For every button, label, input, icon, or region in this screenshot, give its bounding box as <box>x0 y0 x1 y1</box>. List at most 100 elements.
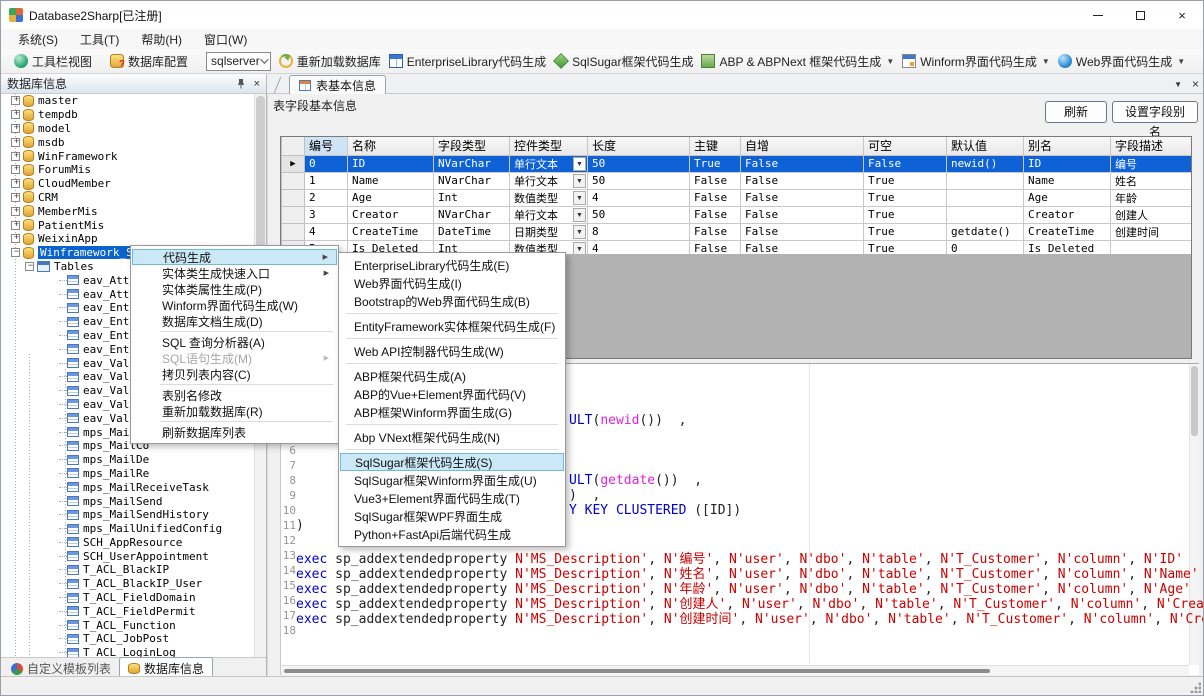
context-menu-item-表别名修改[interactable]: 表别名修改 <box>132 387 337 403</box>
submenu-item-python-fastapi后端代码生成[interactable]: Python+FastApi后端代码生成 <box>340 525 564 543</box>
tab-list-dropdown-icon[interactable]: ▼ <box>1174 80 1182 89</box>
editor-hscrollbar[interactable] <box>281 665 1189 675</box>
grid-cell[interactable]: 日期类型▼ <box>510 223 588 240</box>
grid-row-selector[interactable] <box>282 189 305 206</box>
expand-box-icon[interactable] <box>25 262 34 271</box>
context-menu-item-实体类生成快速入口[interactable]: 实体类生成快速入口▶ <box>132 265 337 281</box>
abp-gen-button[interactable]: ABP & ABPNext 框架代码生成▼ <box>697 51 898 72</box>
tree-node-mps-mailsend-16[interactable]: mps_MailSend <box>1 494 254 508</box>
close-button[interactable]: × <box>1161 1 1203 29</box>
cell-dropdown-icon[interactable]: ▼ <box>573 157 586 171</box>
grid-column-header-自增[interactable]: 自增 <box>741 137 864 155</box>
tree-node-t-acl-jobpost-26[interactable]: T_ACL_JobPost <box>1 632 254 646</box>
expand-box-icon[interactable] <box>11 234 20 243</box>
tree-node-t-acl-blackip-21[interactable]: T_ACL_BlackIP <box>1 563 254 577</box>
cell-dropdown-icon[interactable]: ▼ <box>573 191 586 205</box>
web-gen-button[interactable]: Web界面代码生成▼ <box>1054 51 1189 72</box>
context-menu-item-代码生成[interactable]: 代码生成▶ <box>132 249 337 265</box>
grid-cell[interactable]: True <box>690 155 741 172</box>
grid-column-header-长度[interactable]: 长度 <box>588 137 690 155</box>
cell-dropdown-icon[interactable]: ▼ <box>573 242 586 255</box>
expand-box-icon[interactable] <box>11 165 20 174</box>
grid-cell[interactable]: 1 <box>305 172 348 189</box>
grid-cell[interactable]: NVarChar <box>434 172 510 189</box>
grid-cell[interactable]: 姓名 <box>1111 172 1192 189</box>
grid-cell[interactable]: 单行文本▼ <box>510 206 588 223</box>
tree-node-t-acl-loginlog-27[interactable]: T_ACL_LoginLog <box>1 646 254 657</box>
grid-column-header-可空[interactable]: 可空 <box>864 137 947 155</box>
grid-row-selector-header[interactable] <box>282 137 305 155</box>
grid-cell[interactable]: Name <box>348 172 434 189</box>
submenu-item-abp-vnext框架代码生成-n-[interactable]: Abp VNext框架代码生成(N) <box>340 428 564 446</box>
expand-box-icon[interactable] <box>11 152 20 161</box>
tree-node-mps-mailreceivetask-15[interactable]: mps_MailReceiveTask <box>1 480 254 494</box>
tree-node-winframework[interactable]: WinFramework <box>1 149 254 163</box>
tree-node-msdb[interactable]: msdb <box>1 135 254 149</box>
expand-box-icon[interactable] <box>11 221 20 230</box>
grid-cell[interactable]: True <box>864 189 947 206</box>
grid-cell[interactable]: 2 <box>305 189 348 206</box>
expand-box-icon[interactable] <box>11 193 20 202</box>
reload-db-button[interactable]: 重新加载数据库 <box>275 51 385 72</box>
submenu-item-web界面代码生成-i-[interactable]: Web界面代码生成(I) <box>340 274 564 292</box>
submenu-item-enterpriselibrary代码生成-e-[interactable]: EnterpriseLibrary代码生成(E) <box>340 256 564 274</box>
expand-box-icon[interactable] <box>11 248 20 257</box>
grid-cell[interactable]: 50 <box>588 172 690 189</box>
grid-cell[interactable]: newid() <box>947 155 1024 172</box>
grid-cell[interactable]: 创建时间 <box>1111 223 1192 240</box>
grid-cell[interactable]: NVarChar <box>434 155 510 172</box>
context-menu-item-sql-查询分析器-a-[interactable]: SQL 查询分析器(A) <box>132 334 337 350</box>
enterpriselibrary-gen-button[interactable]: EnterpriseLibrary代码生成 <box>385 51 550 72</box>
grid-cell[interactable]: False <box>690 189 741 206</box>
cell-dropdown-icon[interactable]: ▼ <box>573 208 586 222</box>
tree-node-mps-mailunifiedconfig-18[interactable]: mps_MailUnifiedConfig <box>1 522 254 536</box>
tree-node-tempdb[interactable]: tempdb <box>1 108 254 122</box>
tree-node-model[interactable]: model <box>1 122 254 136</box>
context-menu-item-实体类属性生成-p-[interactable]: 实体类属性生成(P) <box>132 281 337 297</box>
grid-cell[interactable] <box>1111 240 1192 254</box>
grid-cell[interactable]: Is_Deleted <box>1024 240 1111 254</box>
cell-dropdown-icon[interactable]: ▼ <box>573 174 586 188</box>
expand-box-icon[interactable] <box>11 207 20 216</box>
maximize-button[interactable] <box>1119 1 1161 29</box>
submenu-item-web-api控制器代码生成-w-[interactable]: Web API控制器代码生成(W) <box>340 342 564 360</box>
grid-row-selector[interactable]: ▶ <box>282 155 305 172</box>
grid-cell[interactable]: DateTime <box>434 223 510 240</box>
grid-cell[interactable]: False <box>690 240 741 254</box>
grid-cell[interactable]: 8 <box>588 223 690 240</box>
submenu-item-vue3-element界面代码生成-t-[interactable]: Vue3+Element界面代码生成(T) <box>340 489 564 507</box>
grid-cell[interactable]: NVarChar <box>434 206 510 223</box>
grid-row-selector[interactable] <box>282 206 305 223</box>
grid-cell[interactable]: 3 <box>305 206 348 223</box>
tree-node-crm[interactable]: CRM <box>1 191 254 205</box>
submenu-item-sqlsugar框架winform界面生成-u-[interactable]: SqlSugar框架Winform界面生成(U) <box>340 471 564 489</box>
tree-node-weixinapp[interactable]: WeixinApp <box>1 232 254 246</box>
tree-node-sch-appresource-19[interactable]: SCH_AppResource <box>1 536 254 550</box>
resize-grip[interactable] <box>1189 681 1201 693</box>
grid-column-header-名称[interactable]: 名称 <box>348 137 434 155</box>
submenu-item-abp的vue-element界面代码-v-[interactable]: ABP的Vue+Element界面代码(V) <box>340 385 564 403</box>
db-config-button[interactable]: 数据库配置 <box>106 51 192 72</box>
tree-node-sch-userappointment-20[interactable]: SCH_UserAppointment <box>1 549 254 563</box>
set-field-alias-button[interactable]: 设置字段别名 <box>1112 101 1198 123</box>
grid-cell[interactable]: False <box>690 206 741 223</box>
grid-cell[interactable]: Creator <box>1024 206 1111 223</box>
exit-button[interactable]: 退出 <box>1199 51 1204 72</box>
grid-cell[interactable]: ID <box>1024 155 1111 172</box>
grid-column-header-字段描述[interactable]: 字段描述 <box>1111 137 1192 155</box>
grid-cell[interactable]: 单行文本▼ <box>510 172 588 189</box>
expand-box-icon[interactable] <box>11 110 20 119</box>
grid-column-header-默认值[interactable]: 默认值 <box>947 137 1024 155</box>
toolbar-view-button[interactable]: 工具栏视图 <box>10 51 96 72</box>
grid-row-selector[interactable] <box>282 223 305 240</box>
submenu-item-abp框架winform界面生成-g-[interactable]: ABP框架Winform界面生成(G) <box>340 403 564 421</box>
pin-icon[interactable] <box>236 78 246 89</box>
grid-cell[interactable] <box>947 206 1024 223</box>
grid-column-header-主键[interactable]: 主键 <box>690 137 741 155</box>
grid-cell[interactable]: False <box>741 155 864 172</box>
db-type-combo[interactable]: sqlserver <box>206 52 271 71</box>
expand-box-icon[interactable] <box>11 138 20 147</box>
grid-cell[interactable]: CreateTime <box>1024 223 1111 240</box>
grid-cell[interactable]: True <box>864 223 947 240</box>
context-menu-item-重新加载数据库-r-[interactable]: 重新加载数据库(R) <box>132 403 337 419</box>
